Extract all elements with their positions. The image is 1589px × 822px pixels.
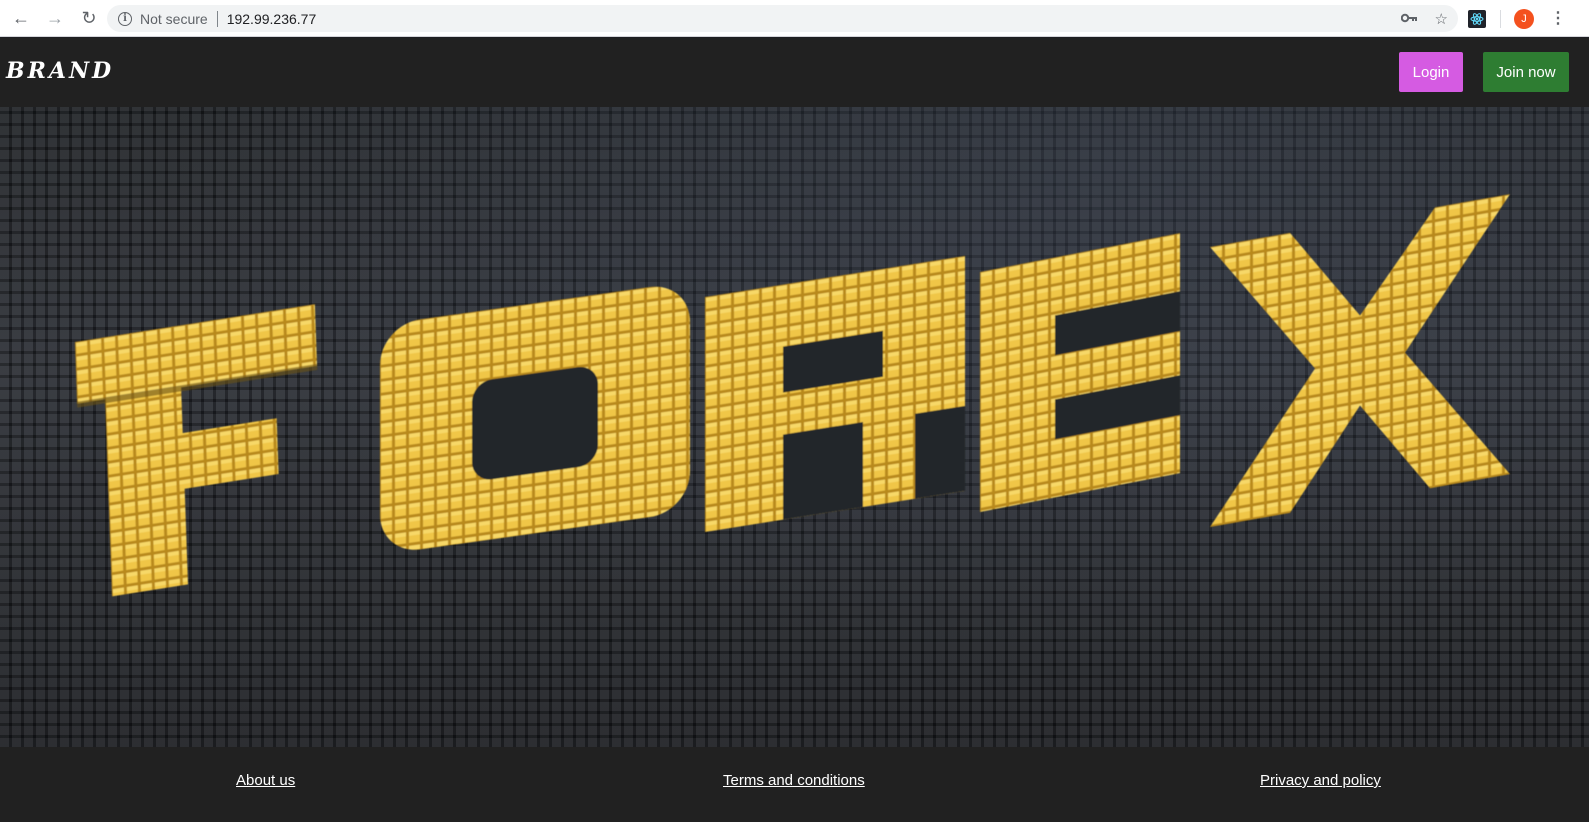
login-button[interactable]: Login bbox=[1399, 52, 1463, 92]
browser-toolbar: ← → ↻ i Not secure 192.99.236.77 ☆ J ⋮ bbox=[0, 0, 1589, 37]
menu-kebab-icon[interactable]: ⋮ bbox=[1550, 10, 1566, 27]
address-bar[interactable]: i Not secure 192.99.236.77 ☆ bbox=[107, 5, 1458, 32]
letter-f bbox=[75, 304, 318, 597]
omnibox-divider bbox=[216, 10, 218, 27]
terms-link[interactable]: Terms and conditions bbox=[723, 772, 865, 789]
letter-e bbox=[980, 233, 1180, 512]
letter-x bbox=[1210, 194, 1510, 527]
site-header: BRAND Login Join now bbox=[0, 38, 1589, 107]
privacy-link[interactable]: Privacy and policy bbox=[1260, 772, 1381, 789]
about-us-link[interactable]: About us bbox=[236, 772, 295, 789]
bookmark-star-icon[interactable]: ☆ bbox=[1435, 10, 1448, 28]
key-icon[interactable] bbox=[1400, 10, 1417, 27]
letter-o bbox=[380, 286, 690, 550]
join-now-button[interactable]: Join now bbox=[1483, 52, 1569, 92]
profile-avatar[interactable]: J bbox=[1514, 8, 1534, 29]
toolbar-separator bbox=[1500, 9, 1501, 28]
reload-icon[interactable]: ↻ bbox=[76, 5, 102, 31]
url-text[interactable]: 192.99.236.77 bbox=[227, 11, 317, 27]
info-icon[interactable]: i bbox=[118, 11, 132, 26]
react-devtools-icon[interactable] bbox=[1468, 9, 1486, 28]
site-footer: About us Terms and conditions Privacy an… bbox=[0, 747, 1589, 822]
brand-logo[interactable]: BRAND bbox=[6, 58, 114, 84]
security-label[interactable]: Not secure bbox=[140, 11, 208, 27]
hero-banner-image bbox=[0, 107, 1589, 747]
letter-r bbox=[705, 255, 965, 532]
forward-arrow-icon[interactable]: → bbox=[42, 5, 68, 31]
forex-pixel-art bbox=[75, 194, 1510, 597]
back-arrow-icon[interactable]: ← bbox=[8, 5, 34, 31]
